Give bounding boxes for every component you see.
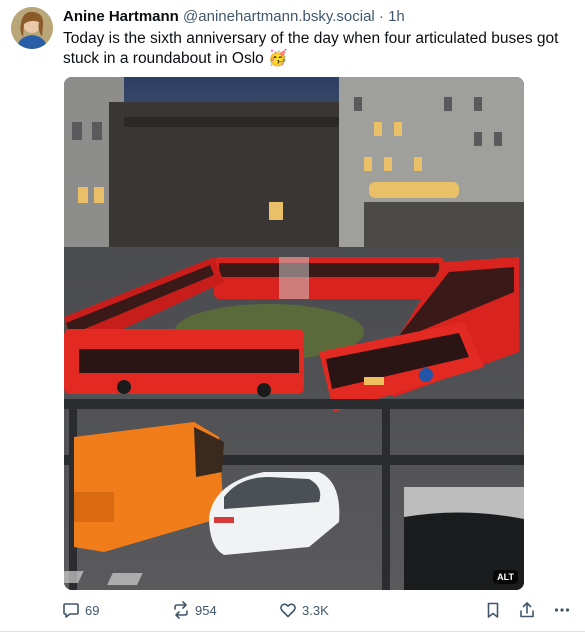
- more-options-button[interactable]: [553, 598, 571, 622]
- like-count: 3.3K: [302, 602, 329, 618]
- header-separator: ·: [378, 8, 384, 25]
- share-icon: [518, 601, 536, 619]
- divider: [0, 631, 585, 632]
- repost-button[interactable]: 954: [172, 598, 217, 622]
- like-button[interactable]: 3.3K: [279, 598, 329, 622]
- bookmark-button[interactable]: [484, 598, 502, 622]
- author-name[interactable]: Anine Hartmann: [63, 8, 179, 25]
- share-button[interactable]: [518, 598, 536, 622]
- post-card[interactable]: Anine Hartmann @aninehartmann.bsky.socia…: [0, 0, 585, 635]
- avatar[interactable]: [11, 7, 53, 49]
- reply-button[interactable]: 69: [62, 598, 99, 622]
- author-handle[interactable]: @aninehartmann.bsky.social: [183, 8, 375, 25]
- more-icon: [553, 601, 571, 619]
- alt-text-badge[interactable]: ALT: [493, 570, 518, 584]
- reply-icon: [62, 601, 80, 619]
- bookmark-icon: [484, 601, 502, 619]
- like-icon: [279, 601, 297, 619]
- reply-count: 69: [85, 602, 100, 618]
- repost-icon: [172, 601, 190, 619]
- post-image[interactable]: ALT: [64, 77, 524, 590]
- post-time[interactable]: 1h: [388, 8, 405, 25]
- buses-in-roundabout-photo: [64, 77, 524, 590]
- repost-count: 954: [195, 602, 217, 618]
- post-text: Today is the sixth anniversary of the da…: [63, 30, 559, 67]
- post-actions: 69 954 3.3K: [60, 598, 580, 622]
- post-header: Anine Hartmann @aninehartmann.bsky.socia…: [63, 8, 573, 28]
